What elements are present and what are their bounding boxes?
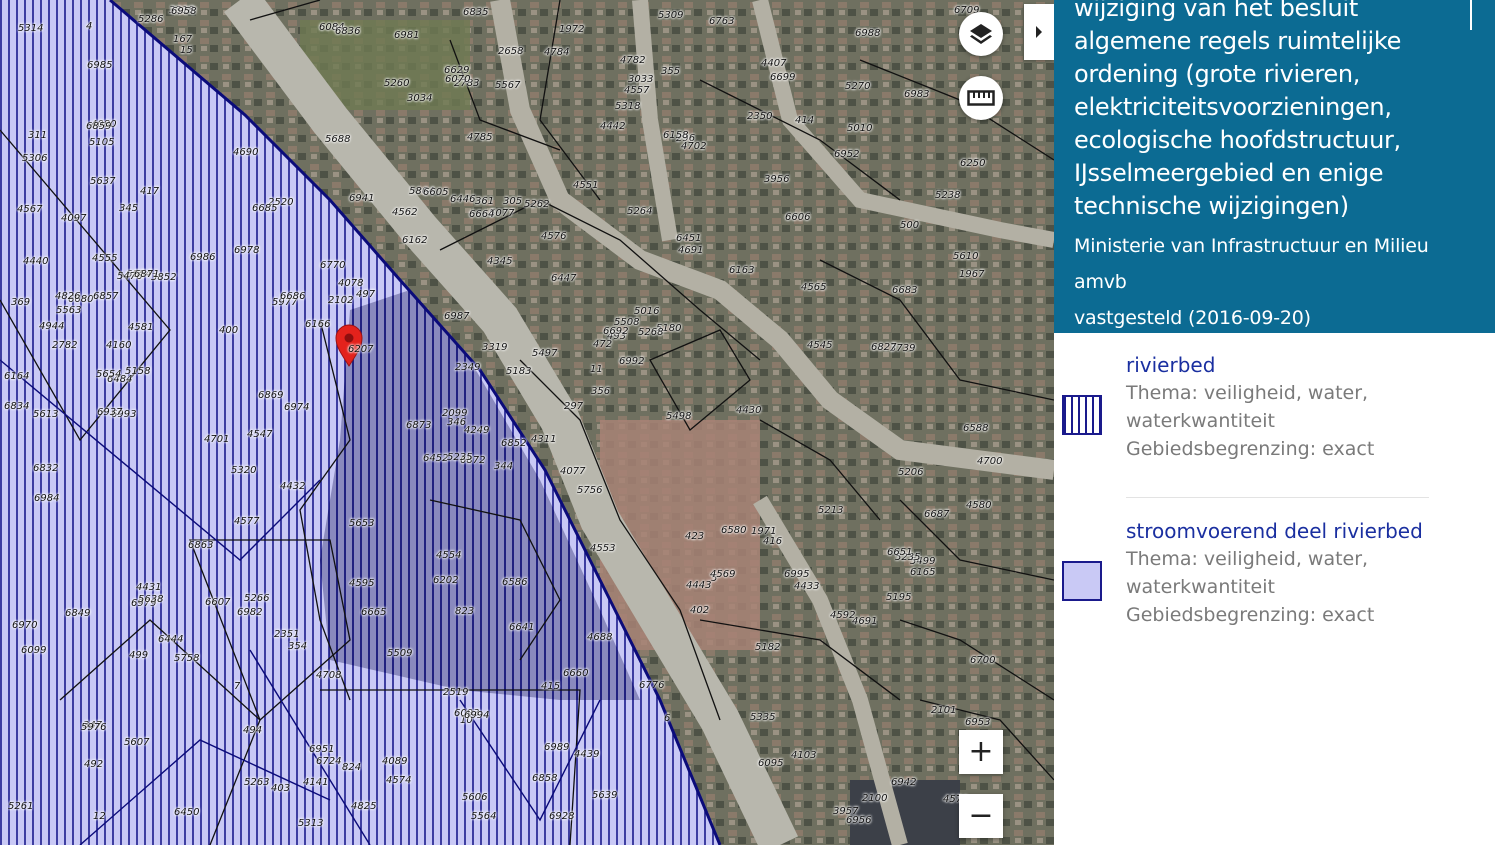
fill-swatch-icon [1062, 561, 1102, 601]
layers-icon [970, 24, 992, 44]
legend-thema-continued: waterkwantiteit [1126, 410, 1275, 432]
ruler-icon [967, 90, 995, 106]
collapse-panel-button[interactable] [1024, 4, 1054, 60]
measure-button[interactable] [959, 76, 1003, 120]
plan-status: vastgesteld (2016-09-20) [1074, 307, 1311, 329]
info-panel: wijziging van het besluit algemene regel… [1054, 0, 1495, 845]
legend-name[interactable]: stroomvoerend deel rivierbed [1126, 519, 1423, 543]
zoom-in-button[interactable]: + [959, 730, 1003, 774]
chevron-right-icon [1036, 26, 1042, 38]
plan-type: amvb [1074, 271, 1127, 293]
zoom-out-button[interactable]: − [959, 794, 1003, 838]
legend-begrenzing: Gebiedsbegrenzing: exact [1126, 604, 1375, 626]
plan-title: wijziging van het besluit algemene regel… [1074, 0, 1402, 220]
legend-name[interactable]: rivierbed [1126, 353, 1215, 377]
legend-thema: Thema: veiligheid, water, [1126, 382, 1369, 404]
legend-thema-continued: waterkwantiteit [1126, 576, 1275, 598]
close-icon[interactable] [1446, 0, 1495, 46]
aerial-map-layer[interactable] [0, 0, 1054, 845]
legend-begrenzing: Gebiedsbegrenzing: exact [1126, 438, 1375, 460]
layers-button[interactable] [959, 12, 1003, 56]
plan-authority: Ministerie van Infrastructuur en Milieu [1074, 235, 1429, 257]
map-view[interactable]: 344 345 346 347 472 354 355 305 296 297 15 4579 5158… [0, 0, 1054, 845]
plan-header: wijziging van het besluit algemene regel… [1054, 0, 1495, 333]
vertical-hatch-swatch-icon [1062, 395, 1102, 435]
legend-thema: Thema: veiligheid, water, [1126, 548, 1369, 570]
legend-divider [1126, 497, 1429, 498]
